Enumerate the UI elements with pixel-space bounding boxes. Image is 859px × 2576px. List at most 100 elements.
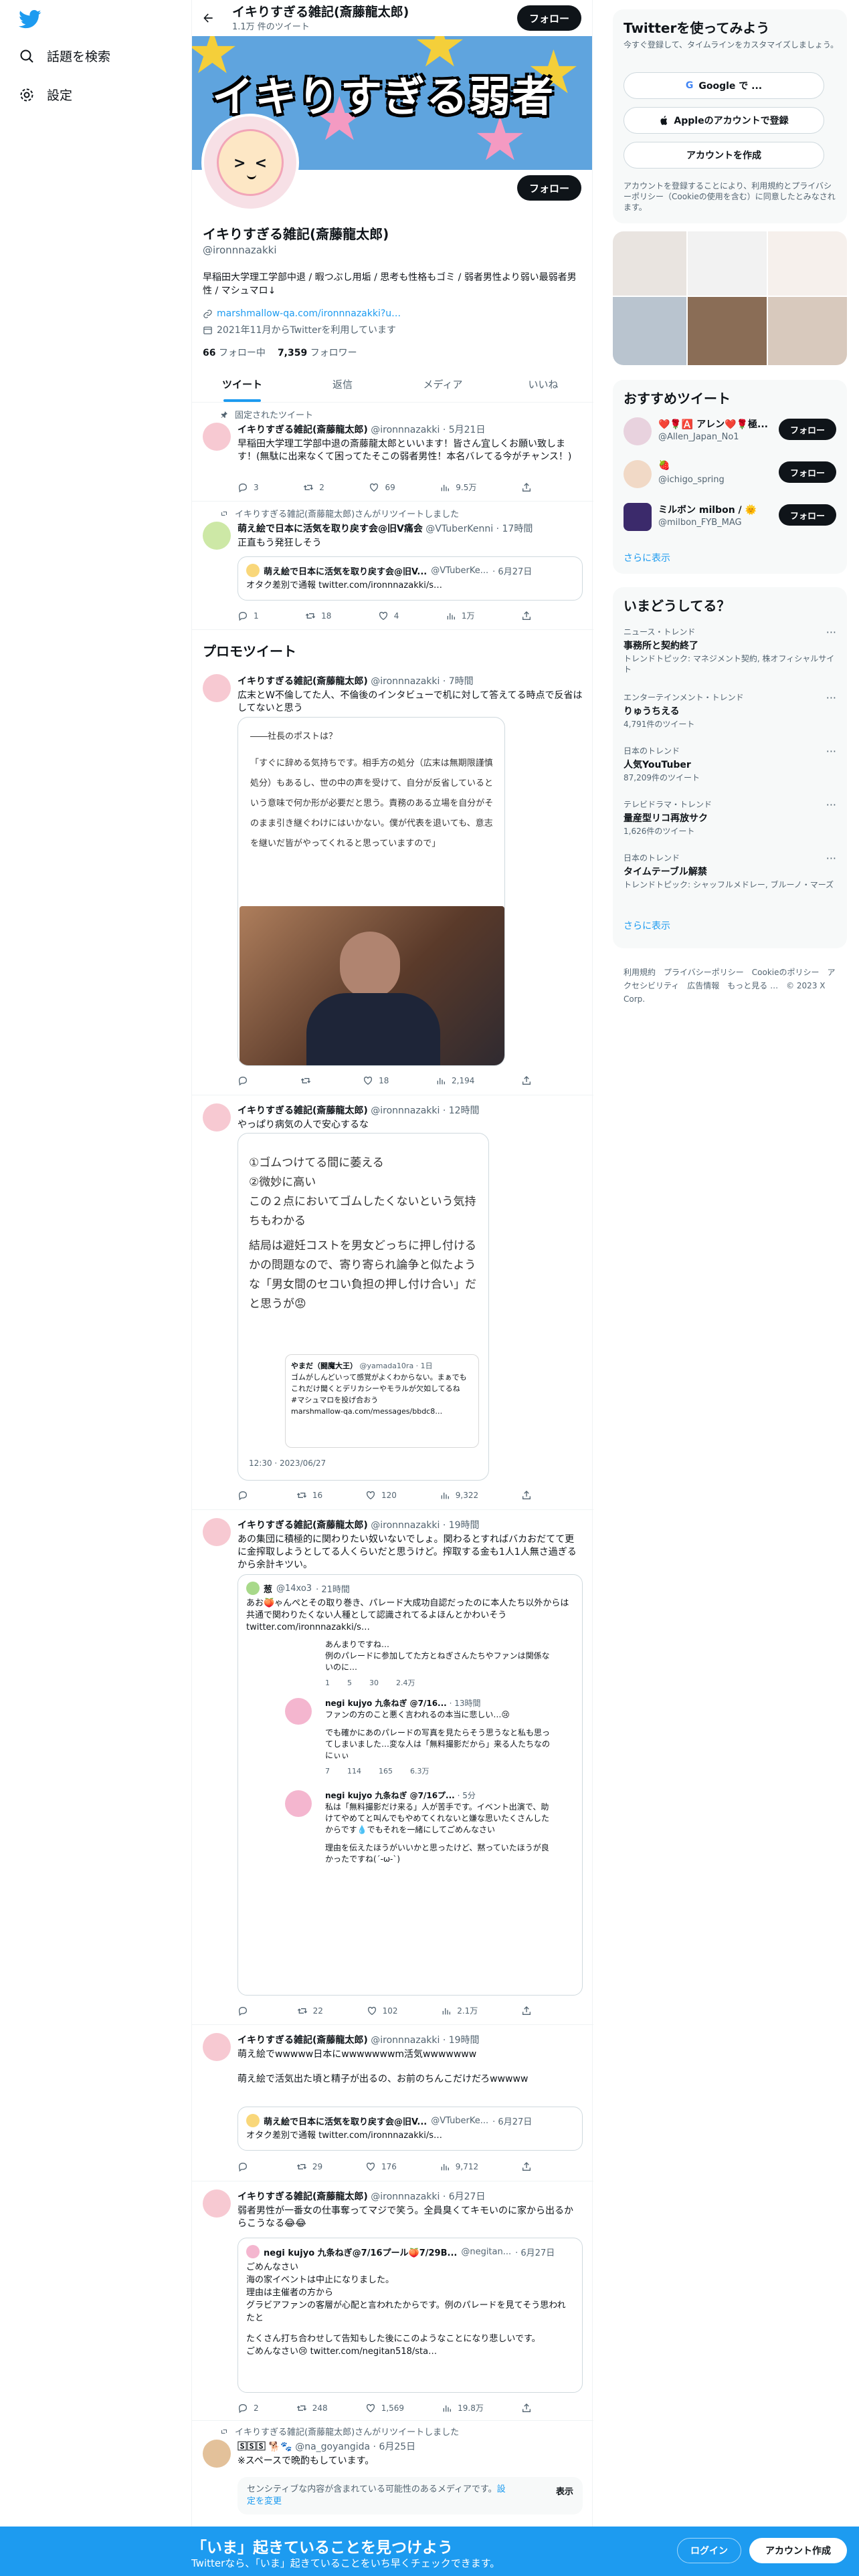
retweet-button[interactable]: 22 [297,2005,323,2016]
nav-settings[interactable]: 設定 [19,86,72,104]
views-button[interactable]: 19.8万 [442,2402,484,2413]
like-button[interactable]: 18 [363,1075,389,1086]
reply-button[interactable] [237,2005,254,2016]
tweet-avatar[interactable] [203,522,231,550]
share-button[interactable] [521,481,532,493]
trends-show-more[interactable]: さらに表示 [624,919,670,932]
views-button[interactable]: 1万 [446,610,475,621]
reply-button[interactable]: 3 [237,481,259,493]
trend-item[interactable]: テレビドラマ・トレンド 量産型リコ再放サク 1,626件のツイート ··· [624,798,836,837]
tweet-avatar[interactable] [203,423,231,451]
views-button[interactable]: 9,322 [440,1490,478,1501]
like-button[interactable]: 120 [365,1490,397,1501]
tweet-avatar[interactable] [203,2189,231,2218]
profile-avatar[interactable]: > < [201,114,299,211]
reply-button[interactable] [237,1075,254,1086]
recommended-follow-button[interactable]: フォロー [779,504,836,526]
retweet-button[interactable]: 29 [296,2161,322,2172]
trend-item[interactable]: ニュース・トレンド 事務所と契約終了 トレンドトピック: マネジメント契約, 株… [624,626,836,675]
tweet-avatar[interactable] [203,674,231,702]
tab-replies[interactable]: 返信 [292,366,393,402]
share-button[interactable] [521,2402,532,2413]
share-button[interactable] [521,1075,532,1086]
following-count[interactable]: 66 フォロー中 [203,346,266,359]
like-button[interactable]: 1,569 [365,2402,404,2413]
more-options-icon[interactable]: ··· [826,745,836,758]
tweet-5[interactable]: イキりすぎる雑記(斎藤龍太郎) @ironnnazakki · 19時間 あの集… [192,1510,593,2025]
quoted-tweet[interactable]: 萌え絵で日本に活気を取り戻す会@旧V... @VTuberKe... · 6月27日… [237,2107,583,2151]
reply-button[interactable]: 1 [237,610,259,621]
share-button[interactable] [521,2161,532,2172]
tab-media[interactable]: メディア [393,366,493,402]
tweet-image[interactable]: ――社長のポストは？ 「すぐに辞める気持ちです。相手方の処分（広末は無期限謹慎処… [237,717,505,1066]
like-button[interactable]: 4 [378,610,399,621]
retweet-button[interactable]: 248 [296,2402,328,2413]
followers-count[interactable]: 7,359 フォロワー [278,346,357,359]
retweet-button[interactable]: 16 [296,1490,322,1501]
tweet-avatar[interactable] [203,1103,231,1132]
create-account-button[interactable]: アカウントを作成 [624,142,824,169]
reply-button[interactable] [237,2161,254,2172]
recommended-follow-button[interactable]: フォロー [779,461,836,483]
retweet-button[interactable]: 2 [303,481,324,493]
quoted-tweet[interactable]: 萌え絵で日本に活気を取り戻す会@旧V... @VTuberKe... · 6月27日… [237,556,583,601]
tweet-4[interactable]: イキりすぎる雑記(斎藤龍太郎) @ironnnazakki · 12時間 やっぱ… [192,1095,593,1510]
pinned-context: 固定されたツイート [220,408,313,421]
follow-button-profile[interactable]: フォロー [517,175,581,201]
more-options-icon[interactable]: ··· [826,691,836,704]
tweet-retweet-1[interactable]: イキりすぎる雑記(斎藤龍太郎)さんがリツイートしました 萌え絵で日本に活気を取り… [192,502,593,630]
tab-likes[interactable]: いいね [493,366,593,402]
more-options-icon[interactable]: ··· [826,852,836,865]
footer-links[interactable]: 利用規約 プライバシーポリシー Cookieのポリシー アクセシビリティ 広告情… [624,966,838,1006]
tweet-avatar[interactable] [203,2440,231,2468]
retweet-button[interactable] [300,1075,316,1086]
recommended-name: ミルボン milbon / 🌞 [658,505,757,516]
recommended-handle: @ichigo_spring [658,475,725,485]
like-button[interactable]: 69 [369,481,395,493]
like-button[interactable]: 102 [367,2005,398,2016]
login-button[interactable]: ログイン [677,2538,741,2563]
back-arrow-icon[interactable] [201,11,215,25]
tab-tweets[interactable]: ツイート [192,366,292,402]
recommended-show-more[interactable]: さらに表示 [624,551,670,564]
google-signup-button[interactable]: G Google で ... [624,72,824,99]
trend-item[interactable]: 日本のトレンド 人気YouTuber 87,209件のツイート ··· [624,745,836,783]
tweet-6[interactable]: イキりすぎる雑記(斎藤龍太郎) @ironnnazakki · 19時間 萌え絵… [192,2025,593,2181]
recommended-follow-button[interactable]: フォロー [779,419,836,440]
twitter-logo-icon[interactable] [19,9,41,29]
signup-button[interactable]: アカウント作成 [749,2538,847,2563]
tweet-pinned[interactable]: 固定されたツイート イキりすぎる雑記(斎藤龍太郎) @ironnnazakki … [192,403,593,502]
reply-button[interactable] [237,1490,254,1501]
nav-explore[interactable]: 話題を検索 [19,47,110,65]
like-button[interactable]: 176 [365,2161,397,2172]
apple-signup-button[interactable]: Appleのアカウントで登録 [624,107,824,134]
recommended-account[interactable]: ミルボン milbon / 🌞 @milbon_FYB_MAG フォロー [624,502,836,535]
share-button[interactable] [521,610,532,621]
share-button[interactable] [521,1490,532,1501]
quoted-tweet[interactable]: negi kujyo 九条ねぎ@7/16プール🍑7/29B... @negitan… [237,2238,583,2393]
views-button[interactable]: 9.5万 [440,481,476,493]
show-media-button[interactable]: 表示 [556,2486,573,2498]
quoted-tweet[interactable]: 葱 @14xo3 · 21時間 あお🍑ゃんぺとその取り巻き、パレード大成功自認だった… [237,1574,583,1996]
tweet-promo[interactable]: イキりすぎる雑記(斎藤龍太郎) @ironnnazakki · 7時間 広末とW… [192,667,593,1095]
tweet-avatar[interactable] [203,2033,231,2061]
profile-link[interactable]: marshmallow-qa.com/ironnnazakki?u… [217,308,401,319]
tweet-7[interactable]: イキりすぎる雑記(斎藤龍太郎) @ironnnazakki · 6月27日 弱者… [192,2181,593,2421]
tweet-retweet-2[interactable]: イキりすぎる雑記(斎藤龍太郎)さんがリツイートしました 🅂🅂🅂 🐕🐾 @na_g… [192,2421,593,2527]
views-button[interactable]: 9,712 [440,2161,478,2172]
more-options-icon[interactable]: ··· [826,626,836,639]
tweet-image[interactable]: ①ゴムつけてる間に萎える ②微妙に高い この２点においてゴムしたくないという気持… [237,1133,489,1481]
trend-item[interactable]: エンターテインメント・トレンド りゅうちえる 4,791件のツイート ··· [624,691,836,730]
follow-button-top[interactable]: フォロー [517,5,581,31]
share-button[interactable] [521,2005,532,2016]
trend-item[interactable]: 日本のトレンド タイムテーブル解禁 トレンドトピック: シャッフルメドレー, ブ… [624,852,836,890]
more-options-icon[interactable]: ··· [826,798,836,811]
views-button[interactable]: 2.1万 [441,2005,478,2016]
views-button[interactable]: 2,194 [436,1075,474,1086]
recommended-account[interactable]: ❤️🌹🅰️ アレン❤️🌹極... @Allen_Japan_No1 フォロー [624,416,836,449]
tweet-avatar[interactable] [203,1518,231,1546]
reply-button[interactable]: 2 [237,2402,259,2413]
media-thumbnails[interactable] [613,231,847,365]
recommended-account[interactable]: 🍓 @ichigo_spring フォロー [624,459,836,492]
retweet-button[interactable]: 18 [305,610,331,621]
